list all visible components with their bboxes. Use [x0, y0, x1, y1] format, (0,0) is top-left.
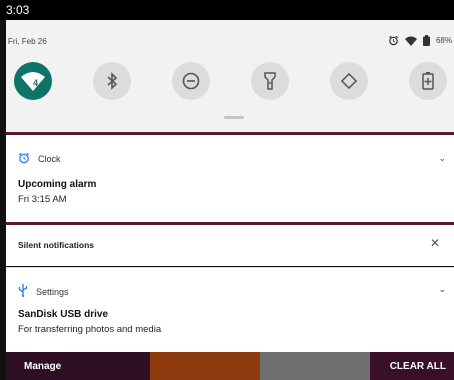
clock-notification-title: Upcoming alarm	[18, 179, 97, 190]
settings-notification-title: SanDisk USB drive	[18, 309, 109, 320]
settings-notification-header: Settings	[18, 284, 69, 299]
flashlight-icon	[264, 72, 276, 90]
qs-date: Fri, Feb 26	[8, 37, 47, 46]
bluetooth-icon	[105, 72, 119, 90]
wallpaper-segment	[150, 352, 260, 380]
wallpaper-segment	[370, 352, 454, 380]
alarm-clock-icon	[18, 152, 30, 166]
auto-rotate-icon	[340, 72, 358, 90]
quick-settings-panel: Fri, Feb 26 68% 4	[6, 20, 454, 132]
bluetooth-tile[interactable]	[93, 62, 131, 100]
wallpaper-segment	[260, 352, 370, 380]
flashlight-tile[interactable]	[251, 62, 289, 100]
status-bar: 3:03	[0, 0, 454, 20]
do-not-disturb-tile[interactable]	[172, 62, 210, 100]
close-icon[interactable]: ✕	[430, 236, 440, 250]
settings-app-name: Settings	[36, 286, 69, 297]
clock-notification[interactable]: Clock ⌄ Upcoming alarm Fri 3:15 AM	[6, 135, 454, 222]
do-not-disturb-icon	[182, 72, 200, 90]
usb-icon	[18, 284, 28, 299]
auto-rotate-tile[interactable]	[330, 62, 368, 100]
battery-saver-tile[interactable]	[409, 62, 447, 100]
drag-handle[interactable]	[224, 116, 244, 119]
qs-tiles: 4	[14, 62, 447, 100]
battery-percent: 68%	[435, 36, 452, 45]
wifi-tile[interactable]: 4	[14, 62, 52, 100]
battery-saver-icon	[422, 72, 434, 90]
wifi-badge: 4	[33, 78, 39, 88]
alarm-icon	[388, 35, 399, 46]
clock-notification-header: Clock	[18, 152, 61, 166]
settings-notification[interactable]: Settings ⌄ SanDisk USB drive For transfe…	[6, 267, 454, 352]
wifi-status-icon	[404, 36, 417, 46]
status-time: 3:03	[6, 3, 30, 17]
settings-notification-text: For transferring photos and media	[18, 324, 162, 335]
chevron-down-icon[interactable]: ⌄	[438, 153, 446, 164]
manage-button[interactable]: Manage	[24, 361, 61, 372]
silent-notifications-label: Silent notifications	[18, 240, 95, 250]
clock-notification-text: Fri 3:15 AM	[18, 194, 67, 205]
clock-app-name: Clock	[38, 154, 61, 164]
silent-notifications-header: Silent notifications ✕	[6, 225, 454, 266]
battery-icon	[422, 35, 430, 46]
chevron-down-icon[interactable]: ⌄	[438, 284, 446, 295]
qs-status-icons: 68%	[388, 35, 452, 46]
